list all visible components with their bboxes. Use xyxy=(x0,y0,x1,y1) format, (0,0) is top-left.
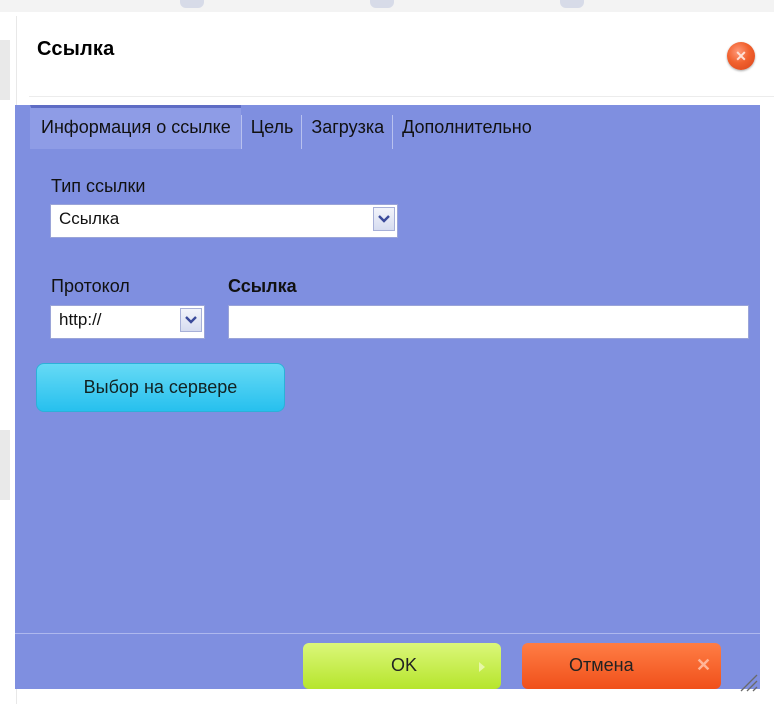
browse-server-button[interactable]: Выбор на сервере xyxy=(36,363,285,412)
url-label: Ссылка xyxy=(228,276,297,296)
protocol-label: Протокол xyxy=(51,276,130,296)
link-type-value: Ссылка xyxy=(59,209,120,228)
tab-advanced[interactable]: Дополнительно xyxy=(393,105,540,149)
cancel-button-label: Отмена xyxy=(569,655,634,675)
close-button[interactable]: ✕ xyxy=(727,42,755,70)
footer-divider xyxy=(15,633,760,634)
tab-bar: Информация о ссылке Цель Загрузка Дополн… xyxy=(30,105,540,149)
link-type-label: Тип ссылки xyxy=(51,176,146,196)
tab-target[interactable]: Цель xyxy=(242,105,302,149)
link-type-select[interactable]: Ссылка xyxy=(50,204,398,238)
ok-button-label: OK xyxy=(391,655,418,675)
background-page-mark xyxy=(560,0,584,8)
close-icon: ✕ xyxy=(696,655,712,675)
protocol-select[interactable]: http:// xyxy=(50,305,205,339)
background-page-mark xyxy=(180,0,204,8)
tab-upload[interactable]: Загрузка xyxy=(302,105,392,149)
ok-button[interactable]: OK xyxy=(303,643,501,689)
chevron-down-icon[interactable] xyxy=(373,207,395,231)
background-page-mark xyxy=(370,0,394,8)
play-arrow-icon xyxy=(478,657,486,678)
close-icon: ✕ xyxy=(735,48,747,64)
url-input[interactable] xyxy=(228,305,749,339)
background-page-edge xyxy=(0,40,10,100)
title-divider xyxy=(29,96,774,97)
tab-link-info[interactable]: Информация о ссылке xyxy=(30,105,241,149)
cancel-button[interactable]: Отмена ✕ xyxy=(522,643,721,689)
chevron-down-icon[interactable] xyxy=(180,308,202,332)
protocol-value: http:// xyxy=(59,310,102,329)
dialog-title: Ссылка xyxy=(37,38,115,60)
resize-grip-icon[interactable] xyxy=(736,670,758,692)
background-page-edge xyxy=(0,430,10,500)
